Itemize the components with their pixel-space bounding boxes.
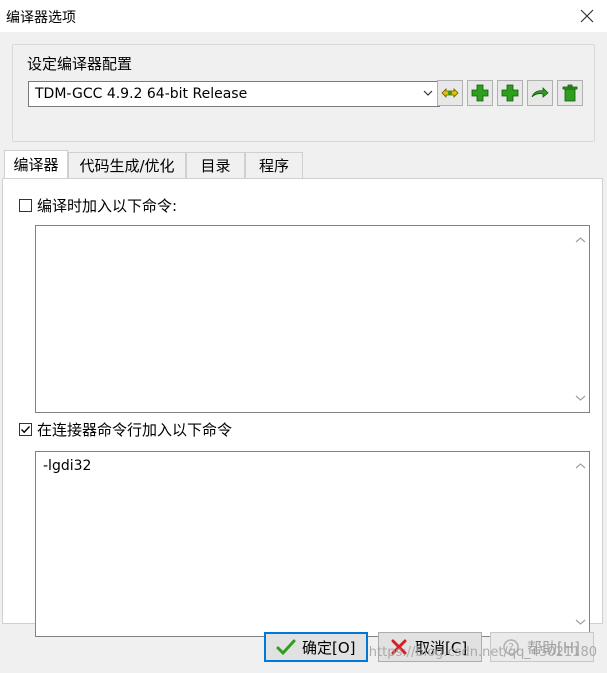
plus-icon [471, 84, 489, 102]
compile-cmd-label: 编译时加入以下命令: [37, 197, 178, 215]
chevron-down-icon [575, 395, 586, 401]
tab-label: 编译器 [13, 156, 59, 174]
compile-cmd-checkbox[interactable] [19, 199, 32, 212]
tab-strip: 编译器 代码生成/优化 目录 程序 [2, 150, 602, 178]
chevron-down-icon [575, 619, 586, 625]
chevron-up-icon [575, 237, 586, 243]
rename-icon [441, 88, 459, 98]
rename-config-button[interactable] [437, 80, 463, 106]
tab-compiler[interactable]: 编译器 [4, 150, 68, 178]
tab-directories[interactable]: 目录 [186, 152, 245, 178]
plus-icon [501, 84, 519, 102]
copy-config-button[interactable] [527, 80, 553, 106]
scrollbar[interactable] [572, 452, 589, 636]
group-title: 设定编译器配置 [25, 53, 135, 74]
add-config-button[interactable] [467, 80, 493, 106]
dialog-body: 设定编译器配置 TDM-GCC 4.9.2 64-bit Release 编译器… [0, 32, 607, 673]
linker-cmd-textarea[interactable]: -lgdi32 [35, 451, 590, 637]
watermark-text: https://blog.csdn.net/qq_45021180 [368, 645, 597, 660]
tab-programs[interactable]: 程序 [245, 152, 303, 178]
chevron-down-icon [423, 90, 433, 96]
tab-label: 目录 [200, 157, 231, 175]
chevron-up-icon [575, 463, 586, 469]
linker-cmd-checkbox-row[interactable]: 在连接器命令行加入以下命令 [19, 419, 232, 440]
linker-cmd-text: -lgdi32 [43, 458, 92, 474]
compile-cmd-checkbox-row[interactable]: 编译时加入以下命令: [19, 195, 177, 216]
close-icon [580, 9, 594, 23]
ok-button[interactable]: 确定[O] [264, 632, 368, 662]
delete-config-button[interactable] [557, 80, 583, 106]
compiler-select[interactable]: TDM-GCC 4.9.2 64-bit Release [28, 81, 440, 107]
linker-cmd-checkbox[interactable] [19, 423, 32, 436]
tab-label: 程序 [258, 157, 289, 175]
compile-cmd-textarea[interactable] [35, 225, 590, 413]
trash-icon [562, 84, 578, 102]
arrow-right-icon [531, 87, 549, 98]
window-title: 编译器选项 [6, 10, 76, 26]
scrollbar[interactable] [572, 226, 589, 412]
checkmark-icon [276, 637, 296, 657]
compiler-config-group: 设定编译器配置 TDM-GCC 4.9.2 64-bit Release [12, 44, 595, 142]
checkmark-icon [21, 426, 31, 434]
ok-button-label: 确定[O] [302, 638, 356, 657]
linker-cmd-label: 在连接器命令行加入以下命令 [37, 421, 233, 439]
title-bar: 编译器选项 [0, 0, 607, 32]
compiler-tab-panel: 编译时加入以下命令: 在连接器命令行加入以下命令 -lgdi32 [2, 178, 603, 637]
close-button[interactable] [577, 6, 597, 26]
tab-label: 代码生成/优化 [79, 157, 175, 175]
compiler-select-value: TDM-GCC 4.9.2 64-bit Release [35, 86, 248, 102]
add-config-from-folder-button[interactable] [497, 80, 523, 106]
tab-codegen[interactable]: 代码生成/优化 [68, 152, 186, 178]
